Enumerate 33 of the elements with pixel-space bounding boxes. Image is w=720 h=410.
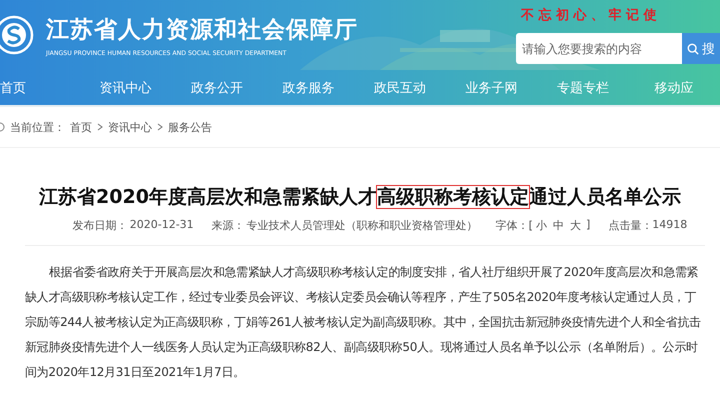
- publish-date: 2020-12-31: [130, 218, 194, 233]
- search-field[interactable]: 请输入您要搜索的内容: [516, 33, 682, 64]
- source-text: 专业技术人员管理处（职称和职业资格管理处）: [246, 218, 478, 233]
- breadcrumb-label: 当前位置：: [10, 120, 65, 134]
- date-label: 发布日期：: [72, 218, 128, 233]
- breadcrumb-link[interactable]: 资讯中心: [108, 120, 152, 134]
- nav-link[interactable]: 业务子网: [446, 78, 538, 96]
- nav-link[interactable]: 政民互动: [354, 78, 446, 96]
- search-icon: [687, 42, 699, 54]
- nav-link[interactable]: 政务公开: [171, 78, 263, 96]
- site-title: 江苏省人力资源和社会保障厅: [46, 16, 358, 44]
- bracket-text: ]: [586, 218, 590, 233]
- nav-link[interactable]: 首页: [0, 78, 26, 96]
- breadcrumb-link[interactable]: 服务公告: [168, 120, 212, 134]
- font-size-link[interactable]: 大: [570, 218, 581, 233]
- font-size-link[interactable]: 小: [536, 218, 547, 233]
- breadcrumb-link[interactable]: 首页: [70, 120, 92, 134]
- slogan: 不 忘 初 心 、 牢 记 使: [521, 6, 657, 25]
- source-label: 来源：: [212, 218, 245, 233]
- hit-count: 14918: [652, 218, 688, 233]
- hits-label: 点击量：: [608, 218, 652, 233]
- nav-link[interactable]: 资讯中心: [80, 78, 172, 96]
- chevron-icon: [97, 123, 103, 131]
- logo-icon: [0, 15, 34, 55]
- font-size-label: 字体：[: [496, 218, 533, 233]
- nav-link[interactable]: 移动应: [628, 78, 720, 96]
- search-button[interactable]: 搜: [682, 33, 720, 64]
- article-paragraph: 根据省委省政府关于开展高层次和急需紧缺人才高级职称考核认定的制度安排，省人社厅组织开展了2020年度高层次和急需紧缺人才高级职称考核认定工作，经过专业委员会评议、考核认定委员会确认等程序，产生了505名2020年度考核认定通过人员，丁宗励等244人被考核认定为正高级职称，丁娟等261人被考核认定为副高级职称。其中，全国抗击新冠肺炎疫情先进个人和全省抗击新冠肺炎疫情先进个人一线医务人员认定为正高级职称82人、副高级职称50人。现将通过人员名单予以公示（名单附后）。公示时间为2020年12月31日至2021年1月7日。: [25, 264, 702, 381]
- nav-link[interactable]: 专题专栏: [537, 78, 629, 96]
- font-size-link[interactable]: 中: [552, 218, 564, 233]
- nav-link[interactable]: 政务服务: [262, 78, 354, 96]
- article-title: 江苏省2020年度高层次和急需紧缺人才高级职称考核认定通过人员名单公示: [38, 185, 682, 210]
- chevron-icon: [157, 123, 163, 131]
